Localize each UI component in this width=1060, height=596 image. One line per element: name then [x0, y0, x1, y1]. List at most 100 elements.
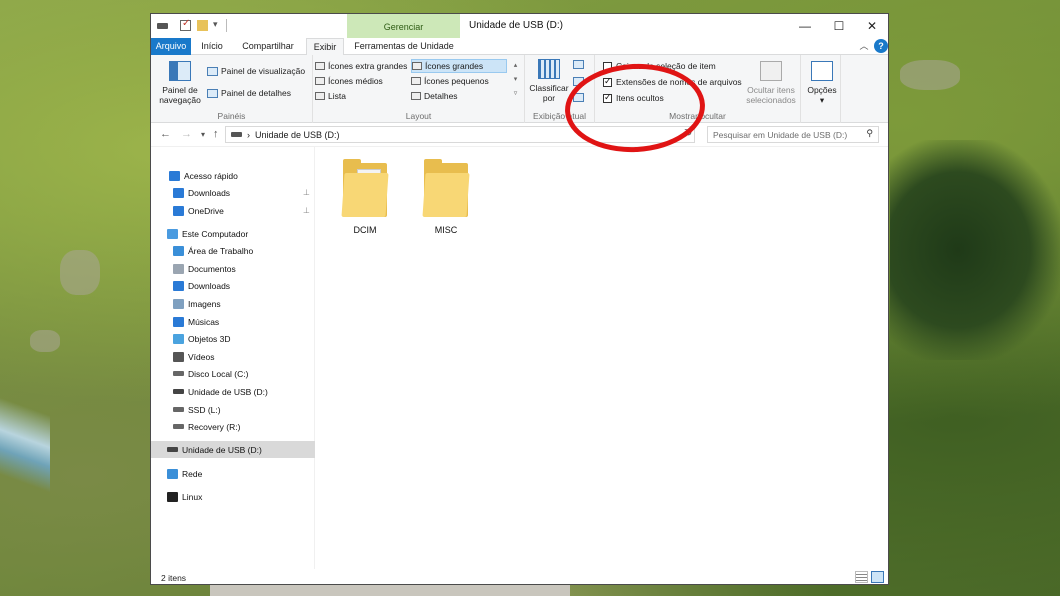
layout-small-icons[interactable]: Ícones pequenos [411, 74, 507, 88]
nav-item[interactable]: Unidade de USB (D:) [151, 441, 315, 458]
nav-item-label: Objetos 3D [188, 333, 231, 344]
options-label: Opções [807, 85, 837, 95]
nav-item-label: Documentos [188, 263, 236, 274]
penguin-icon [167, 491, 178, 502]
tab-exibir[interactable]: Exibir [306, 38, 344, 56]
nav-item-label: Unidade de USB (D:) [188, 386, 268, 397]
help-icon[interactable]: ? [874, 39, 888, 53]
recent-locations-icon[interactable]: ▾ [201, 130, 205, 139]
address-path[interactable]: Unidade de USB (D:) [255, 130, 340, 140]
window-title: Unidade de USB (D:) [469, 20, 563, 31]
collapse-ribbon-icon[interactable]: ︿ [857, 39, 871, 53]
hide-selected-items-button[interactable]: Ocultar itens selecionados [743, 61, 799, 105]
nav-item-label: Downloads [188, 187, 231, 198]
cube-icon [173, 333, 184, 344]
sort-label-1: Classificar [529, 83, 569, 93]
nav-item[interactable]: Unidade de USB (D:) [151, 383, 315, 400]
nav-item-label: SSD (L:) [188, 404, 221, 415]
preview-pane-button[interactable]: Painel de visualização [207, 66, 305, 76]
group-by-button[interactable] [573, 60, 584, 69]
details-pane-label: Painel de detalhes [221, 88, 291, 98]
details-view-button[interactable] [855, 571, 868, 583]
sort-by-button[interactable]: Classificar por [529, 59, 569, 103]
wallpaper-rock [30, 330, 60, 352]
search-icon[interactable]: ⚲ [866, 128, 873, 139]
navigation-pane-button[interactable]: Painel de navegação [157, 61, 203, 105]
nav-item[interactable]: Imagens [151, 295, 315, 312]
picture-icon [173, 298, 184, 309]
quick-access-dropdown-icon[interactable]: ▾ [213, 19, 218, 30]
group-label-paineis: Painéis [217, 111, 246, 121]
pin-icon[interactable]: ⊥ [303, 188, 310, 197]
forward-arrow-icon[interactable]: → [181, 128, 192, 140]
nav-item-label: Acesso rápido [184, 170, 238, 181]
new-folder-icon[interactable] [197, 20, 208, 31]
details-pane-button[interactable]: Painel de detalhes [207, 88, 291, 98]
group-label-layout: Layout [405, 111, 432, 121]
search-input[interactable]: Pesquisar em Unidade de USB (D:) ⚲ [707, 126, 879, 143]
pin-icon[interactable]: ⊥ [303, 206, 310, 215]
layout-large-icons[interactable]: Ícones grandes [411, 59, 507, 73]
maximize-button[interactable]: ☐ [823, 14, 855, 38]
nav-item-label: Recovery (R:) [188, 421, 241, 432]
back-arrow-icon[interactable]: ← [160, 128, 171, 140]
nav-item[interactable]: Objetos 3D [151, 330, 315, 347]
drive-icon [173, 424, 184, 429]
layout-label: Lista [328, 91, 346, 101]
properties-icon[interactable] [180, 18, 191, 31]
hide-selected-label-2: selecionados [746, 95, 796, 105]
tab-ferramentas-de-unidade[interactable]: Ferramentas de Unidade [349, 38, 459, 55]
large-icons-view-button[interactable] [871, 571, 884, 583]
nav-item-label: Vídeos [188, 351, 215, 362]
nav-item[interactable]: Rede [151, 465, 315, 482]
folder-item-misc[interactable]: MISC [411, 159, 481, 235]
nav-item[interactable]: Recovery (R:) [151, 418, 315, 435]
nav-item[interactable]: Downloads ⊥ [151, 184, 315, 201]
medium-icons-icon [315, 77, 325, 85]
close-button[interactable]: ✕ [856, 14, 888, 38]
hide-items-icon [760, 61, 782, 81]
layout-details[interactable]: Detalhes [411, 89, 507, 103]
ribbon: Painel de navegação Painel de visualizaç… [151, 55, 888, 123]
minimize-button[interactable]: — [789, 14, 821, 38]
nav-item-label: Linux [182, 491, 203, 502]
nav-item[interactable]: Disco Local (C:) [151, 365, 315, 382]
nav-item[interactable]: Área de Trabalho [151, 242, 315, 259]
nav-item[interactable]: Documentos [151, 260, 315, 277]
address-bar: ← → ▾ ↑ › Unidade de USB (D:) ↻ Pesquisa… [151, 123, 888, 147]
nav-item-label: Área de Trabalho [188, 245, 254, 256]
layout-label: Ícones extra grandes [328, 61, 408, 71]
tab-inicio[interactable]: Início [195, 38, 229, 55]
chevron-right-icon[interactable]: › [247, 130, 250, 140]
nav-item[interactable]: SSD (L:) [151, 401, 315, 418]
drive-icon[interactable] [157, 23, 168, 29]
nav-item[interactable]: Downloads [151, 277, 315, 294]
layout-extra-large-icons[interactable]: Ícones extra grandes [315, 59, 411, 73]
options-button[interactable]: Opções ▾ [805, 61, 839, 105]
nav-item-label: Disco Local (C:) [188, 368, 249, 379]
nav-item[interactable]: Músicas [151, 313, 315, 330]
tab-arquivo[interactable]: Arquivo [151, 38, 191, 55]
layout-label: Ícones grandes [425, 61, 484, 71]
group-layout: Ícones extra grandes Ícones grandes Ícon… [313, 55, 525, 123]
nav-item[interactable]: Este Computador [151, 225, 315, 242]
details-pane-icon [207, 88, 218, 98]
small-icons-icon [411, 77, 421, 85]
nav-item[interactable]: Acesso rápido [151, 167, 315, 184]
nav-item[interactable]: Vídeos [151, 348, 315, 365]
layout-list[interactable]: Lista [315, 89, 411, 103]
tab-compartilhar[interactable]: Compartilhar [237, 38, 299, 55]
nav-item[interactable]: Linux [151, 488, 315, 505]
usb-drive-icon [173, 389, 184, 394]
layout-scroll[interactable]: ▴ ▾ ▿ [511, 59, 520, 103]
up-arrow-icon[interactable]: ↑ [213, 128, 219, 140]
layout-medium-icons[interactable]: Ícones médios [315, 74, 411, 88]
document-icon [173, 263, 184, 274]
options-dropdown-icon: ▾ [819, 95, 825, 105]
group-by-icon [573, 60, 584, 69]
nav-item[interactable]: OneDrive ⊥ [151, 202, 315, 219]
folder-item-dcim[interactable]: DCIM [330, 159, 400, 235]
wallpaper-rock [60, 250, 100, 295]
video-icon [173, 351, 184, 362]
large-icons-icon [412, 62, 422, 70]
